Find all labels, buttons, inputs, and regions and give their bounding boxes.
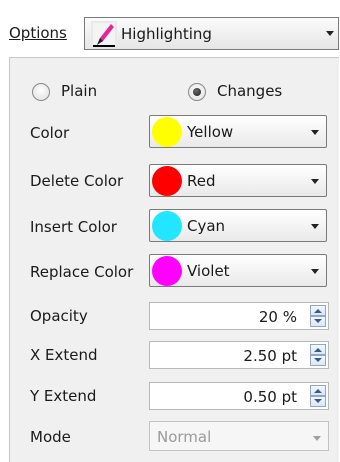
stepper-up-icon[interactable] <box>310 344 326 355</box>
stepper-down-icon[interactable] <box>310 396 326 407</box>
y-extend-label: Y Extend <box>30 387 97 405</box>
stepper-up-icon[interactable] <box>310 385 326 396</box>
insert-color-value: Cyan <box>187 217 226 235</box>
opacity-label: Opacity <box>30 307 88 325</box>
replace-color-dropdown[interactable]: Violet <box>149 254 327 287</box>
replace-color-value: Violet <box>187 262 230 280</box>
plain-radio[interactable] <box>32 83 50 101</box>
x-extend-spinbox[interactable]: 2.50 pt <box>149 341 329 369</box>
options-dropdown[interactable]: Highlighting <box>84 17 339 50</box>
pencil-icon <box>91 20 117 47</box>
mode-label: Mode <box>30 428 71 446</box>
y-extend-value: 0.50 pt <box>243 388 297 406</box>
chevron-down-icon <box>326 31 334 36</box>
x-extend-stepper <box>310 344 326 366</box>
violet-swatch-icon <box>152 256 182 286</box>
mode-value: Normal <box>157 428 212 446</box>
options-dropdown-value: Highlighting <box>121 24 212 43</box>
chevron-down-icon <box>311 130 319 135</box>
stepper-down-icon[interactable] <box>310 355 326 366</box>
plain-radio-label: Plain <box>61 82 98 100</box>
y-extend-spinbox[interactable]: 0.50 pt <box>149 382 329 410</box>
x-extend-value: 2.50 pt <box>243 347 297 365</box>
insert-color-dropdown[interactable]: Cyan <box>149 209 327 242</box>
yellow-swatch-icon <box>152 117 182 147</box>
chevron-down-icon <box>311 179 319 184</box>
replace-color-label: Replace Color <box>30 263 134 281</box>
changes-radio[interactable] <box>188 83 206 101</box>
opacity-spinbox[interactable]: 20 % <box>149 302 329 330</box>
chevron-down-icon <box>311 224 319 229</box>
color-value: Yellow <box>187 123 234 141</box>
x-extend-label: X Extend <box>30 346 98 364</box>
y-extend-stepper <box>310 385 326 407</box>
cyan-swatch-icon <box>152 211 182 241</box>
delete-color-label: Delete Color <box>30 172 124 190</box>
insert-color-label: Insert Color <box>30 218 117 236</box>
color-label: Color <box>30 124 70 142</box>
options-label: Options <box>9 24 67 42</box>
mode-dropdown[interactable]: Normal <box>149 421 329 451</box>
opacity-value: 20 % <box>258 308 297 326</box>
red-swatch-icon <box>152 166 182 196</box>
color-dropdown[interactable]: Yellow <box>149 115 327 148</box>
delete-color-dropdown[interactable]: Red <box>149 164 327 197</box>
options-label-text: Options <box>9 24 67 42</box>
changes-radio-label: Changes <box>217 82 283 100</box>
delete-color-value: Red <box>187 172 216 190</box>
stepper-down-icon[interactable] <box>310 316 326 327</box>
stepper-up-icon[interactable] <box>310 305 326 316</box>
chevron-down-icon <box>313 436 321 441</box>
opacity-stepper <box>310 305 326 327</box>
chevron-down-icon <box>311 269 319 274</box>
